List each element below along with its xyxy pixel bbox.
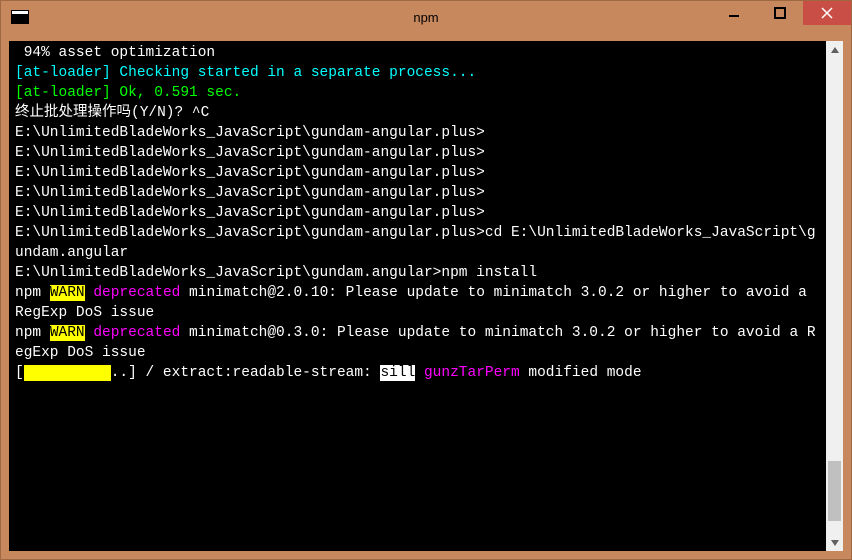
npm-label: npm [15, 325, 50, 341]
close-button[interactable] [803, 1, 851, 25]
deprecated-label: deprecated [85, 285, 181, 301]
terminal-line: npm WARN deprecated minimatch@0.3.0: Ple… [15, 323, 822, 363]
terminal-container: 94% asset optimization [at-loader] Check… [1, 33, 851, 559]
at-loader-tag: [at-loader] [15, 85, 119, 101]
gunztarperm-label: gunzTarPerm [424, 365, 520, 381]
terminal-text: modified mode [520, 365, 642, 381]
terminal-prompt: E:\UnlimitedBladeWorks_JavaScript\gundam… [15, 183, 822, 203]
warn-badge: WARN [50, 285, 85, 301]
terminal-line: E:\UnlimitedBladeWorks_JavaScript\gundam… [15, 263, 822, 283]
terminal-line: 94% asset optimization [15, 43, 822, 63]
window-title: npm [413, 10, 438, 25]
minimize-button[interactable] [711, 1, 757, 25]
terminal-text [415, 365, 424, 381]
terminal-icon [11, 10, 29, 24]
terminal-line: [at-loader] Checking started in a separa… [15, 63, 822, 83]
terminal-text: Ok, 0.591 sec. [119, 85, 241, 101]
terminal[interactable]: 94% asset optimization [at-loader] Check… [9, 41, 826, 551]
deprecated-label: deprecated [85, 325, 181, 341]
terminal-line: 终止批处理操作吗(Y/N)? ^C [15, 103, 822, 123]
terminal-text: ..] / extract:readable-stream: [111, 365, 381, 381]
window-controls [711, 1, 851, 33]
terminal-line: E:\UnlimitedBladeWorks_JavaScript\gundam… [15, 223, 822, 263]
window-frame: npm 94% asset optimization [at-loader] C… [0, 0, 852, 560]
npm-label: npm [15, 285, 50, 301]
warn-badge: WARN [50, 325, 85, 341]
scroll-up-arrow[interactable] [826, 41, 843, 58]
terminal-prompt: E:\UnlimitedBladeWorks_JavaScript\gundam… [15, 143, 822, 163]
sill-badge: sill [380, 365, 415, 381]
terminal-line: [at-loader] Ok, 0.591 sec. [15, 83, 822, 103]
terminal-text: [ [15, 365, 24, 381]
scrollbar[interactable] [826, 41, 843, 551]
terminal-prompt: E:\UnlimitedBladeWorks_JavaScript\gundam… [15, 123, 822, 143]
terminal-line: npm WARN deprecated minimatch@2.0.10: Pl… [15, 283, 822, 323]
scroll-down-arrow[interactable] [826, 534, 843, 551]
progress-bar [24, 365, 111, 381]
scroll-thumb[interactable] [828, 461, 841, 521]
maximize-button[interactable] [757, 1, 803, 25]
terminal-prompt: E:\UnlimitedBladeWorks_JavaScript\gundam… [15, 203, 822, 223]
terminal-progress-line: [ ..] / extract:readable-stream: sill gu… [15, 363, 822, 383]
terminal-prompt: E:\UnlimitedBladeWorks_JavaScript\gundam… [15, 163, 822, 183]
titlebar[interactable]: npm [1, 1, 851, 33]
